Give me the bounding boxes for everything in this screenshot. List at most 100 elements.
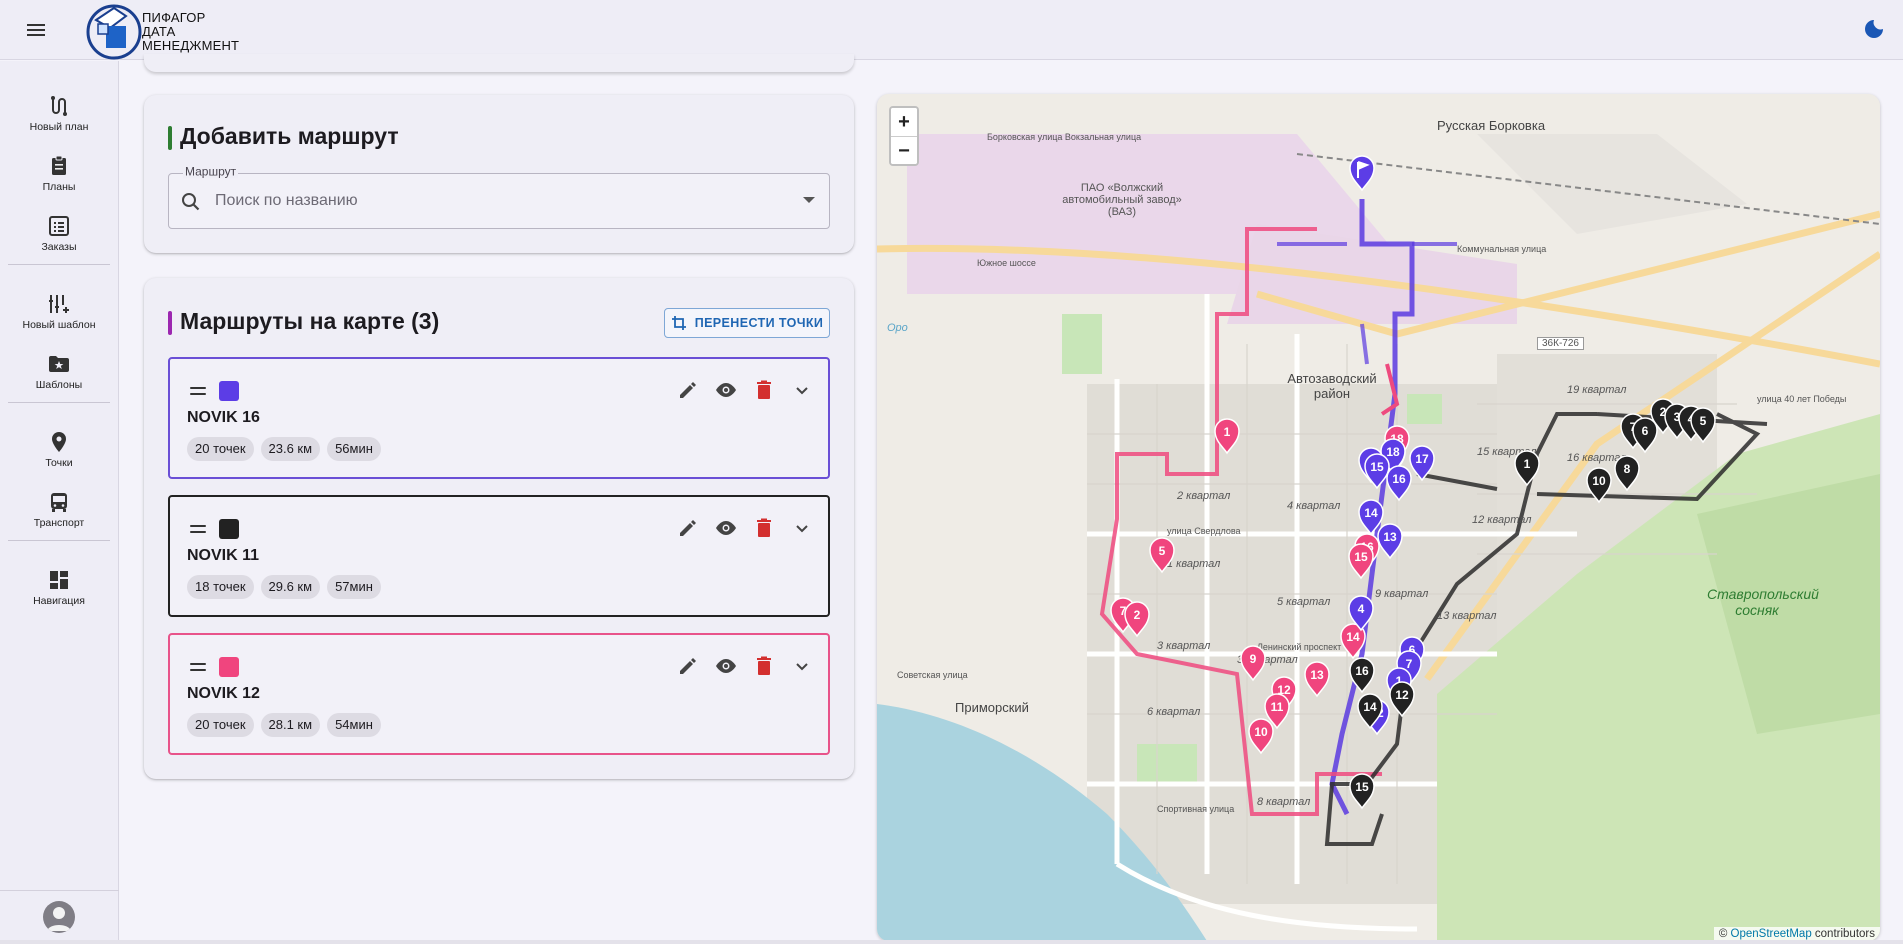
page-bottom-edge [0, 940, 1903, 944]
zoom-in-button[interactable]: + [891, 108, 917, 136]
expand-icon[interactable] [790, 516, 814, 540]
navigation-rail: Новый план Планы Заказы Новый шаблон Шаб [0, 61, 119, 944]
route-name: NOVIK 16 [187, 409, 260, 426]
map-marker-purple[interactable]: 16 [1386, 465, 1412, 502]
menu-icon[interactable] [22, 16, 50, 44]
search-icon [182, 193, 200, 211]
marker-number: 5 [1700, 414, 1707, 428]
nav-orders[interactable]: Заказы [6, 205, 112, 261]
dropdown-arrow-icon[interactable] [803, 197, 815, 203]
drag-handle-icon[interactable] [190, 387, 206, 397]
map-marker-purple[interactable]: 15 [1364, 453, 1390, 490]
marker-number: 15 [1354, 550, 1368, 564]
map-marker-pink[interactable]: 2 [1124, 601, 1150, 638]
map-attribution: © OpenStreetMap contributors [1713, 927, 1880, 941]
duration-chip: 54мин [327, 713, 381, 737]
marker-number: 11 [1271, 700, 1284, 714]
eye-icon[interactable] [714, 654, 738, 678]
map-marker-pink[interactable]: 10 [1248, 718, 1274, 755]
expand-icon[interactable] [790, 654, 814, 678]
expand-icon[interactable] [790, 378, 814, 402]
marker-number: 13 [1383, 530, 1397, 544]
nav-plans[interactable]: Планы [6, 145, 112, 201]
logo[interactable]: ПИФАГОР ДАТА МЕНЕДЖМЕНТ [86, 2, 256, 60]
map-marker-black[interactable]: 6 [1632, 417, 1658, 454]
map-marker-black[interactable]: 12 [1389, 681, 1415, 718]
move-points-button[interactable]: ПЕРЕНЕСТИ ТОЧКИ [664, 308, 830, 338]
map-marker-pink[interactable]: 9 [1240, 645, 1266, 682]
points-chip: 18 точек [187, 575, 254, 599]
edit-icon[interactable] [676, 516, 700, 540]
map-view[interactable]: Русская Борковка ПАО «Волжский автомобил… [877, 94, 1880, 941]
map-marker-black[interactable]: 15 [1349, 773, 1375, 810]
route-search-input[interactable] [213, 188, 773, 214]
nav-new-plan[interactable]: Новый план [6, 85, 112, 141]
eye-icon[interactable] [714, 378, 738, 402]
marker-number: 16 [1355, 664, 1369, 678]
route-start-flag-icon[interactable] [1349, 155, 1375, 192]
zoom-control: + − [889, 106, 919, 166]
nav-new-template[interactable]: Новый шаблон [6, 283, 112, 339]
zoom-out-button[interactable]: − [891, 136, 917, 164]
location-pin-icon [52, 431, 66, 452]
map-marker-black[interactable]: 5 [1690, 407, 1716, 444]
nav-navigation[interactable]: Навигация [6, 559, 112, 615]
marker-number: 2 [1134, 608, 1141, 622]
logo-mark-icon [86, 4, 142, 60]
marker-number: 10 [1254, 725, 1268, 739]
map-marker-purple[interactable]: 13 [1377, 523, 1403, 560]
route-color-swatch[interactable] [219, 519, 239, 539]
drag-handle-icon[interactable] [190, 663, 206, 673]
marker-number: 1 [1524, 457, 1531, 471]
route-stats: 18 точек 29.6 км 57мин [187, 575, 381, 599]
map-marker-pink[interactable]: 15 [1348, 543, 1374, 580]
map-marker-purple[interactable]: 17 [1409, 445, 1435, 482]
route-card-novik-12[interactable]: NOVIK 12 20 точек 28.1 км 54мин [168, 633, 830, 755]
points-chip: 20 точек [187, 437, 254, 461]
map-marker-black[interactable]: 10 [1586, 467, 1612, 504]
osm-link[interactable]: OpenStreetMap [1731, 928, 1812, 940]
drag-handle-icon[interactable] [190, 525, 206, 535]
map-marker-black[interactable]: 8 [1614, 455, 1640, 492]
map-marker-black[interactable]: 16 [1349, 657, 1375, 694]
marker-number: 6 [1642, 424, 1649, 438]
folder-star-icon [49, 355, 69, 372]
edit-icon[interactable] [676, 378, 700, 402]
map-marker-pink[interactable]: 5 [1149, 537, 1175, 574]
delete-icon[interactable] [752, 654, 776, 678]
nav-transport[interactable]: Транспорт [6, 481, 112, 537]
route-color-swatch[interactable] [219, 657, 239, 677]
marker-number: 5 [1159, 544, 1166, 558]
delete-icon[interactable] [752, 516, 776, 540]
route-search-field[interactable]: Маршрут [168, 164, 830, 229]
eye-icon[interactable] [714, 516, 738, 540]
title-accent-bar [168, 311, 172, 335]
nav-templates[interactable]: Шаблоны [6, 343, 112, 399]
route-card-novik-16[interactable]: NOVIK 16 20 точек 23.6 км 56мин [168, 357, 830, 479]
edit-icon[interactable] [676, 654, 700, 678]
clipboard-icon [52, 155, 66, 175]
dark-mode-icon[interactable] [1862, 17, 1886, 41]
avatar[interactable] [43, 901, 75, 933]
route-name: NOVIK 12 [187, 685, 260, 702]
brand-name: ПИФАГОР ДАТА МЕНЕДЖМЕНТ [142, 10, 240, 53]
marker-number: 14 [1346, 630, 1360, 644]
distance-chip: 23.6 км [260, 437, 321, 461]
routes-on-map-card: Маршруты на карте (3) ПЕРЕНЕСТИ ТОЧКИ NO… [144, 278, 854, 779]
route-actions [676, 654, 814, 678]
route-card-novik-11[interactable]: NOVIK 11 18 точек 29.6 км 57мин [168, 495, 830, 617]
map-marker-pink[interactable]: 1 [1214, 418, 1240, 455]
delete-icon[interactable] [752, 378, 776, 402]
marker-number: 8 [1624, 462, 1631, 476]
map-marker-pink[interactable]: 13 [1304, 661, 1330, 698]
list-icon [49, 215, 69, 236]
marker-number: 15 [1370, 460, 1384, 474]
route-color-swatch[interactable] [219, 381, 239, 401]
add-route-title: Добавить маршрут [168, 123, 399, 150]
map-marker-black[interactable]: 1 [1514, 450, 1540, 487]
route-markers: 1817157291312111016151418173151614134671… [1110, 155, 1716, 810]
marker-number: 1 [1224, 425, 1231, 439]
nav-divider [8, 540, 110, 541]
route-icon [51, 95, 67, 116]
nav-points[interactable]: Точки [6, 421, 112, 477]
